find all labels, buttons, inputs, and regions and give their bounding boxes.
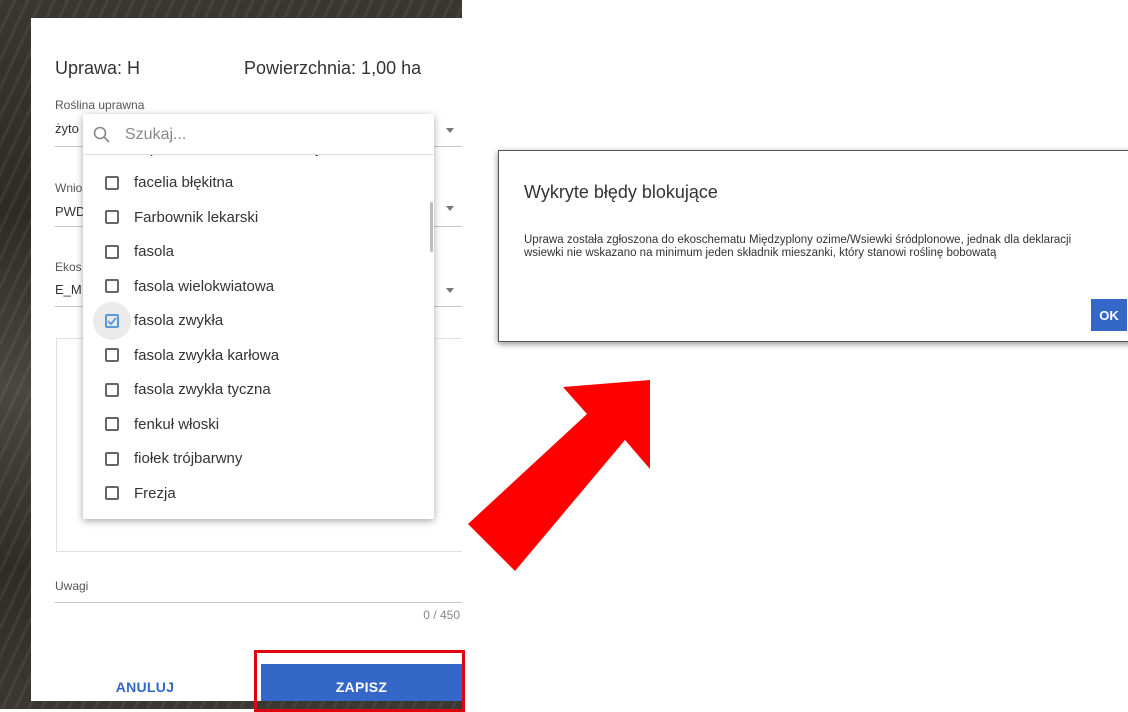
annotation-arrow — [468, 380, 650, 571]
